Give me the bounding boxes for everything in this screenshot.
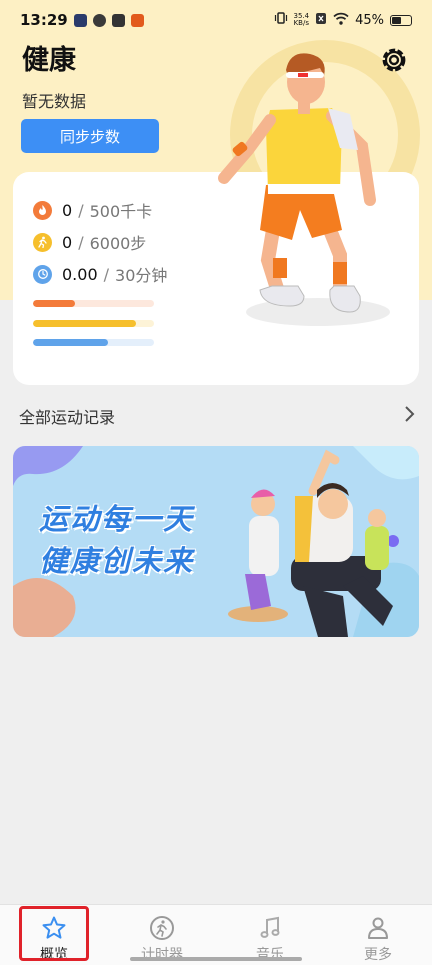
tab-music-label: 音乐 [256, 947, 284, 963]
calories-progress-bar [33, 300, 154, 307]
calories-row: 0 / 500千卡 [33, 198, 152, 222]
duration-row: 0.00 / 30分钟 [33, 262, 167, 286]
athlete-illustration [218, 53, 390, 326]
tab-timer-label: 计时器 [141, 947, 183, 963]
duration-progress-bar [33, 339, 154, 346]
calories-value: 0 [62, 200, 73, 220]
steps-progress-fill [33, 320, 136, 327]
battery-percent: 45% [355, 12, 384, 28]
no-data-text: 暂无数据 [22, 92, 87, 111]
mail-notification-icon [111, 13, 125, 27]
network-speed-unit: KB/s [293, 19, 309, 27]
status-bar: 13:29 35.4 KB/s 45% [0, 0, 432, 40]
all-records-row[interactable]: 全部运动记录 [19, 404, 415, 428]
app-notification-icon [130, 13, 144, 27]
duration-progress-fill [33, 339, 109, 346]
page-title: 健康 [22, 45, 76, 76]
tab-music[interactable]: 音乐 [216, 905, 324, 965]
tab-more-label: 更多 [364, 947, 392, 963]
person-icon [368, 917, 388, 939]
chevron-right-icon [403, 405, 415, 427]
tab-timer[interactable]: 计时器 [108, 905, 216, 965]
wifi-icon [333, 12, 349, 29]
promo-banner[interactable]: 运动每一天 健康创未来 [13, 446, 419, 637]
stat-separator: / [78, 232, 84, 252]
status-time: 13:29 [20, 11, 68, 29]
calories-progress-fill [33, 300, 76, 307]
steps-row: 0 / 6000步 [33, 230, 146, 254]
stat-separator: / [78, 200, 84, 220]
app-notification-icon [73, 13, 87, 27]
clock-icon [33, 264, 52, 284]
calories-goal: 500千卡 [89, 202, 153, 221]
banner-slogan-line1: 运动每一天 [39, 502, 195, 536]
runner-circle-icon [150, 916, 174, 940]
banner-slogan-line2: 健康创未来 [39, 544, 195, 578]
sim-off-icon [315, 12, 327, 29]
runner-icon [33, 232, 52, 252]
steps-value: 0 [62, 232, 73, 252]
duration-value: 0.00 [62, 264, 98, 284]
music-note-icon [260, 916, 280, 938]
app-notification-icon [92, 13, 106, 27]
status-right: 35.4 KB/s 45% [274, 11, 412, 29]
all-records-label: 全部运动记录 [19, 408, 116, 427]
highlight-box [19, 906, 89, 961]
battery-icon [390, 14, 412, 26]
tab-more[interactable]: 更多 [324, 905, 432, 965]
steps-goal: 6000步 [89, 234, 147, 253]
duration-goal: 30分钟 [115, 266, 168, 285]
stat-separator: / [103, 264, 110, 284]
network-speed: 35.4 KB/s [294, 13, 310, 27]
vibrate-icon [274, 11, 288, 29]
steps-progress-bar [33, 320, 154, 327]
status-left: 13:29 [20, 11, 144, 29]
flame-icon [33, 200, 52, 220]
home-indicator[interactable] [130, 957, 302, 961]
sync-steps-button[interactable]: 同步步数 [21, 119, 159, 153]
